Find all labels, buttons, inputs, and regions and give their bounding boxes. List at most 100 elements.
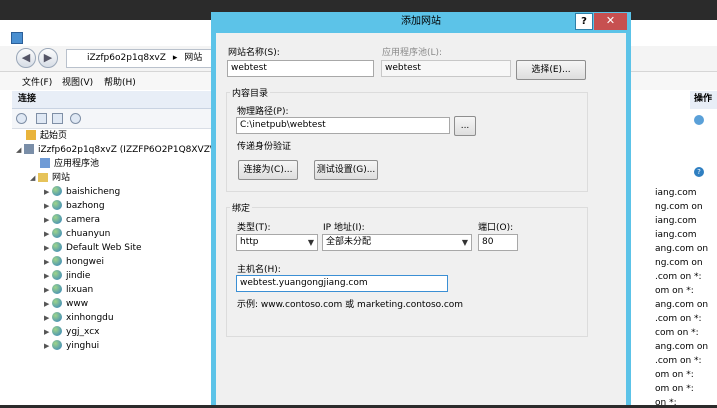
expand-icon[interactable]: ▶ [44,227,52,241]
expand-icon[interactable]: ▶ [44,297,52,311]
address-breadcrumb[interactable]: iZzfp6o2p1q8xvZ ▸ 网站 [66,49,216,68]
tree-site-item[interactable]: ▶ baishicheng [44,185,120,199]
tree-server[interactable]: ◢ iZzfp6o2p1q8xvZ (IZZFP6O2P1Q8XVZ\Ad [16,143,225,157]
website-globe-icon [52,242,62,252]
connections-tree: 起始页 ◢ iZzfp6o2p1q8xvZ (IZZFP6O2P1Q8XVZ\Ad… [12,129,225,405]
binding-peek-row: om on *: [655,384,694,394]
website-globe-icon [52,326,62,336]
expand-icon[interactable]: ▶ [44,339,52,353]
type-label: 类型(T): [237,223,271,233]
dialog-help-button[interactable]: ? [575,13,593,30]
refresh-icon[interactable] [70,113,81,124]
actions-globe-icon[interactable] [694,115,704,125]
binding-peek-row: ang.com on [655,342,709,352]
port-input[interactable]: 80 [478,234,518,251]
tree-site-label: www [66,299,89,309]
iis-app-icon [11,32,23,44]
forward-button[interactable]: ▶ [38,48,58,68]
app-pool-label: 应用程序池(L): [382,48,443,58]
collapse-icon[interactable]: ◢ [30,171,38,185]
test-settings-button[interactable]: 测试设置(G)... [314,160,378,180]
expand-icon[interactable]: ▶ [44,255,52,269]
website-globe-icon [52,200,62,210]
tree-site-item[interactable]: ▶ hongwei [44,255,104,269]
tree-sites-folder[interactable]: ◢ 网站 [30,171,70,185]
physical-path-label: 物理路径(P): [237,107,289,117]
select-app-pool-button[interactable]: 选择(E)... [516,60,586,80]
tree-site-label: ygj_xcx [66,327,100,337]
binding-peek-row: .com on *: [655,272,702,282]
tree-site-item[interactable]: ▶ bazhong [44,199,105,213]
up-icon[interactable] [52,113,63,124]
tree-site-item[interactable]: ▶ yinghui [44,339,99,353]
help-icon[interactable]: ? [694,167,704,177]
tree-start-page-label: 起始页 [40,131,68,141]
website-globe-icon [52,284,62,294]
binding-peek-row: .com on *: [655,356,702,366]
tree-site-item[interactable]: ▶ ygj_xcx [44,325,99,339]
site-name-input[interactable]: webtest [227,60,374,77]
tree-site-label: lixuan [66,285,94,295]
tree-start-page[interactable]: 起始页 [26,129,67,143]
website-globe-icon [52,340,62,350]
connections-header: 连接 [12,91,212,109]
tree-app-pools[interactable]: 应用程序池 [40,157,99,171]
tree-site-item[interactable]: ▶ Default Web Site [44,241,142,255]
expand-icon[interactable]: ▶ [44,311,52,325]
expand-icon[interactable]: ▶ [44,241,52,255]
tree-site-item[interactable]: ▶ chuanyun [44,227,110,241]
tree-site-label: bazhong [66,201,105,211]
tree-site-label: xinhongdu [66,313,114,323]
connect-icon[interactable] [16,113,27,124]
dialog-body: 网站名称(S): webtest 应用程序池(L): webtest 选择(E)… [216,33,626,405]
binding-peek-row: ang.com on [655,244,709,254]
binding-peek-row: com on *: [655,328,699,338]
binding-peek-row: om on *: [655,370,694,380]
menu-view[interactable]: 视图(V) [62,75,93,88]
expand-icon[interactable]: ▶ [44,283,52,297]
tree-site-item[interactable]: ▶ www [44,297,88,311]
passthrough-auth-label: 传递身份验证 [237,142,292,152]
tree-site-label: hongwei [66,257,105,267]
expand-icon[interactable]: ▶ [44,269,52,283]
menu-help[interactable]: 帮助(H) [104,75,136,88]
save-icon[interactable] [36,113,47,124]
hostname-label: 主机名(H): [237,265,281,275]
binding-label: 绑定 [230,201,253,214]
physical-path-input[interactable]: C:\inetpub\webtest [236,117,450,134]
features-peek: iang.com ng.com on iang.com iang.com ang.com… [630,91,717,408]
tree-site-item[interactable]: ▶ camera [44,213,100,227]
connections-toolbar [12,109,212,129]
actions-header: 操作 [690,91,717,109]
expand-icon[interactable]: ▶ [44,213,52,227]
start-page-icon [26,130,36,140]
binding-peek-row: ng.com on [655,258,703,268]
collapse-icon[interactable]: ◢ [16,143,24,157]
tree-site-item[interactable]: ▶ xinhongdu [44,311,114,325]
binding-peek-row: .com on *: [655,314,702,324]
example-text: 示例: www.contoso.com 或 marketing.contoso.… [237,300,464,310]
expand-icon[interactable]: ▶ [44,199,52,213]
website-globe-icon [52,270,62,280]
tree-site-item[interactable]: ▶ jindie [44,269,90,283]
breadcrumb-node[interactable]: iZzfp6o2p1q8xvZ [87,53,166,63]
hostname-input[interactable]: webtest.yuangongjiang.com [236,275,448,292]
tree-site-item[interactable]: ▶ lixuan [44,283,93,297]
dialog-close-button[interactable]: ✕ [594,13,627,30]
expand-icon[interactable]: ▶ [44,325,52,339]
binding-peek-row: iang.com [655,216,697,226]
browse-button[interactable]: ... [454,116,476,136]
tree-site-label: chuanyun [66,229,111,239]
website-globe-icon [52,228,62,238]
type-select[interactable]: http ▼ [236,234,318,251]
website-globe-icon [52,186,62,196]
ip-address-select-value: 全部未分配 [326,237,372,247]
binding-peek-row: iang.com [655,230,697,240]
ip-address-select[interactable]: 全部未分配 ▼ [322,234,472,251]
tree-site-label: camera [66,215,100,225]
back-button[interactable]: ◀ [16,48,36,68]
menu-file[interactable]: 文件(F) [22,75,52,88]
connect-as-button[interactable]: 连接为(C)... [238,160,298,180]
breadcrumb-sites[interactable]: 网站 [184,53,202,63]
expand-icon[interactable]: ▶ [44,185,52,199]
